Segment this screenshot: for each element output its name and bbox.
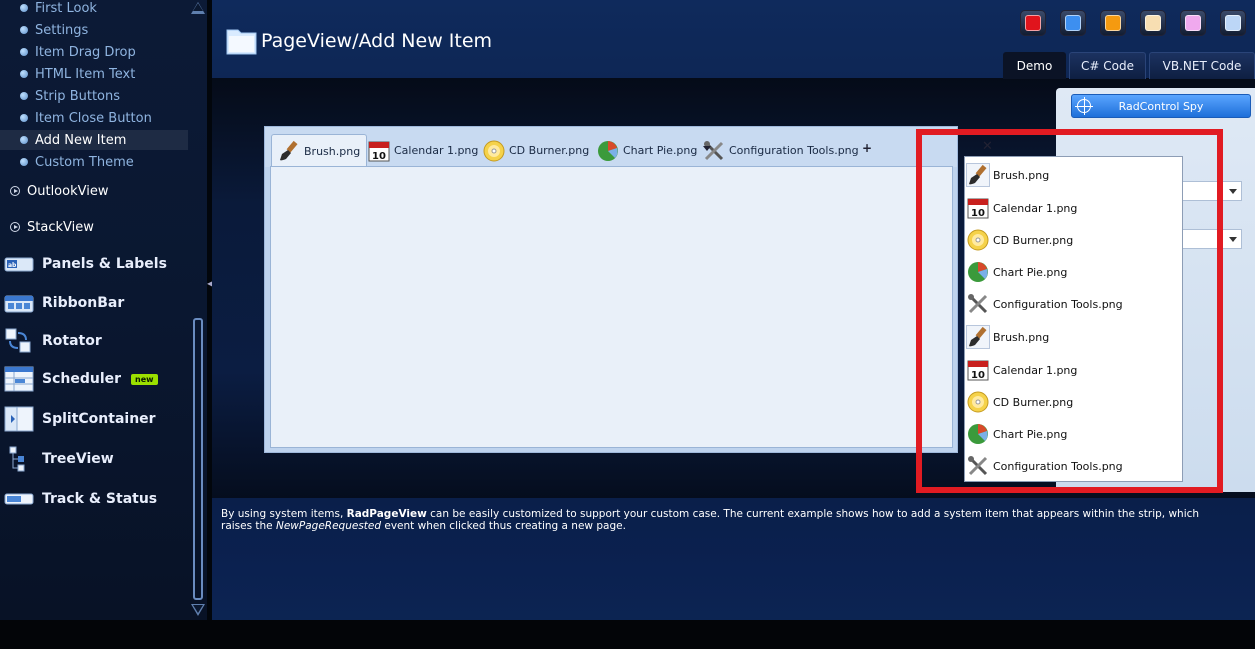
pageview-tab-brush[interactable]: Brush.png (271, 134, 368, 167)
sidebar-item-settings[interactable]: Settings (20, 20, 88, 40)
sidebar-category-treeview[interactable]: TreeView (4, 445, 114, 473)
sidebar-section-outlookview[interactable]: OutlookView (10, 181, 108, 201)
sidebar-category-splitcontainer[interactable]: SplitContainer (4, 405, 156, 433)
sidebar-category-panels-labels[interactable]: ab Panels & Labels (4, 250, 167, 278)
brush-icon (278, 140, 300, 162)
theme-blue-button[interactable] (1060, 10, 1086, 36)
bullet-icon (20, 48, 28, 56)
bottom-bar (0, 620, 1255, 649)
sidebar-category-ribbonbar[interactable]: RibbonBar (4, 289, 124, 317)
sidebar: First Look Settings Item Drag Drop HTML … (0, 0, 207, 620)
panels-labels-icon: ab (4, 251, 34, 277)
scheduler-icon (4, 366, 34, 392)
pageview-content (270, 166, 953, 448)
chevron-down-icon (1229, 189, 1237, 194)
sidebar-section-stackview[interactable]: StackView (10, 217, 94, 237)
bullet-icon (20, 92, 28, 100)
description-text: By using system items, RadPageView can b… (221, 508, 1200, 532)
radcontrol-spy-button[interactable]: RadControl Spy (1071, 94, 1251, 118)
strip-overflow-dropdown-button[interactable] (703, 146, 711, 151)
crosshair-icon (1075, 97, 1093, 115)
svg-text:10: 10 (372, 151, 386, 162)
calendar-icon: 10 (368, 140, 390, 162)
bullet-icon (20, 26, 28, 34)
tab-demo[interactable]: Demo (1003, 52, 1066, 79)
sidebar-category-rotator[interactable]: Rotator (4, 327, 102, 355)
svg-text:ab: ab (8, 262, 17, 269)
bullet-icon (20, 70, 28, 78)
bullet-icon (20, 158, 28, 166)
splitcontainer-icon (4, 406, 34, 432)
radpageview: Brush.png 10 Calendar 1.png CD Burner.pn… (264, 126, 958, 453)
cd-burner-icon (483, 140, 505, 162)
pageview-tab-chart-pie[interactable]: Chart Pie.png (597, 134, 697, 167)
treeview-icon (4, 446, 34, 472)
sidebar-category-track-status[interactable]: Track & Status (4, 485, 157, 513)
theme-light-blue-button[interactable] (1220, 10, 1246, 36)
pageview-tab-cd-burner[interactable]: CD Burner.png (483, 134, 589, 167)
theme-cream-button[interactable] (1140, 10, 1166, 36)
expand-arrow-icon (10, 186, 20, 196)
ribbonbar-icon (4, 290, 34, 316)
color-swatch (1105, 15, 1121, 31)
new-badge: new (131, 373, 158, 385)
scroll-down-arrow-icon[interactable] (191, 604, 205, 618)
highlight-box (916, 129, 1223, 493)
color-swatch (1185, 15, 1201, 31)
bullet-icon (20, 4, 28, 12)
pageview-tab-calendar[interactable]: 10 Calendar 1.png (368, 134, 478, 167)
description-panel: By using system items, RadPageView can b… (212, 498, 1255, 620)
scroll-up-arrow-icon[interactable] (191, 0, 205, 14)
sidebar-item-item-drag-drop[interactable]: Item Drag Drop (20, 42, 136, 62)
bullet-icon (20, 114, 28, 122)
scroll-thumb[interactable] (193, 318, 203, 600)
sidebar-item-html-item-text[interactable]: HTML Item Text (20, 64, 135, 84)
theme-orange-button[interactable] (1100, 10, 1126, 36)
track-status-icon (4, 486, 34, 512)
sidebar-item-first-look[interactable]: First Look (20, 0, 97, 18)
color-swatch (1025, 15, 1041, 31)
pageview-tab-configuration-tools[interactable]: Configuration Tools.png (703, 134, 859, 167)
rotator-icon (4, 328, 34, 354)
theme-red-button[interactable] (1020, 10, 1046, 36)
chart-pie-icon (597, 140, 619, 162)
tab-vbnet-code[interactable]: VB.NET Code (1149, 52, 1255, 79)
pageview-strip: Brush.png 10 Calendar 1.png CD Burner.pn… (265, 127, 957, 167)
sidebar-item-strip-buttons[interactable]: Strip Buttons (20, 86, 120, 106)
sidebar-item-add-new-item[interactable]: Add New Item (0, 130, 188, 150)
theme-pink-button[interactable] (1180, 10, 1206, 36)
sidebar-category-scheduler[interactable]: Scheduler new (4, 365, 158, 393)
bullet-icon (20, 136, 28, 144)
sidebar-item-item-close-button[interactable]: Item Close Button (20, 108, 152, 128)
color-swatch (1065, 15, 1081, 31)
folder-icon (226, 26, 258, 56)
sidebar-item-custom-theme[interactable]: Custom Theme (20, 152, 134, 172)
sidebar-scrollbar[interactable] (191, 0, 205, 620)
color-swatch (1225, 15, 1241, 31)
page-title: PageView/Add New Item (261, 30, 493, 52)
add-new-item-button[interactable]: + (862, 141, 872, 155)
chevron-down-icon (1229, 237, 1237, 242)
expand-arrow-icon (10, 222, 20, 232)
color-swatch (1145, 15, 1161, 31)
tab-csharp-code[interactable]: C# Code (1069, 52, 1146, 79)
